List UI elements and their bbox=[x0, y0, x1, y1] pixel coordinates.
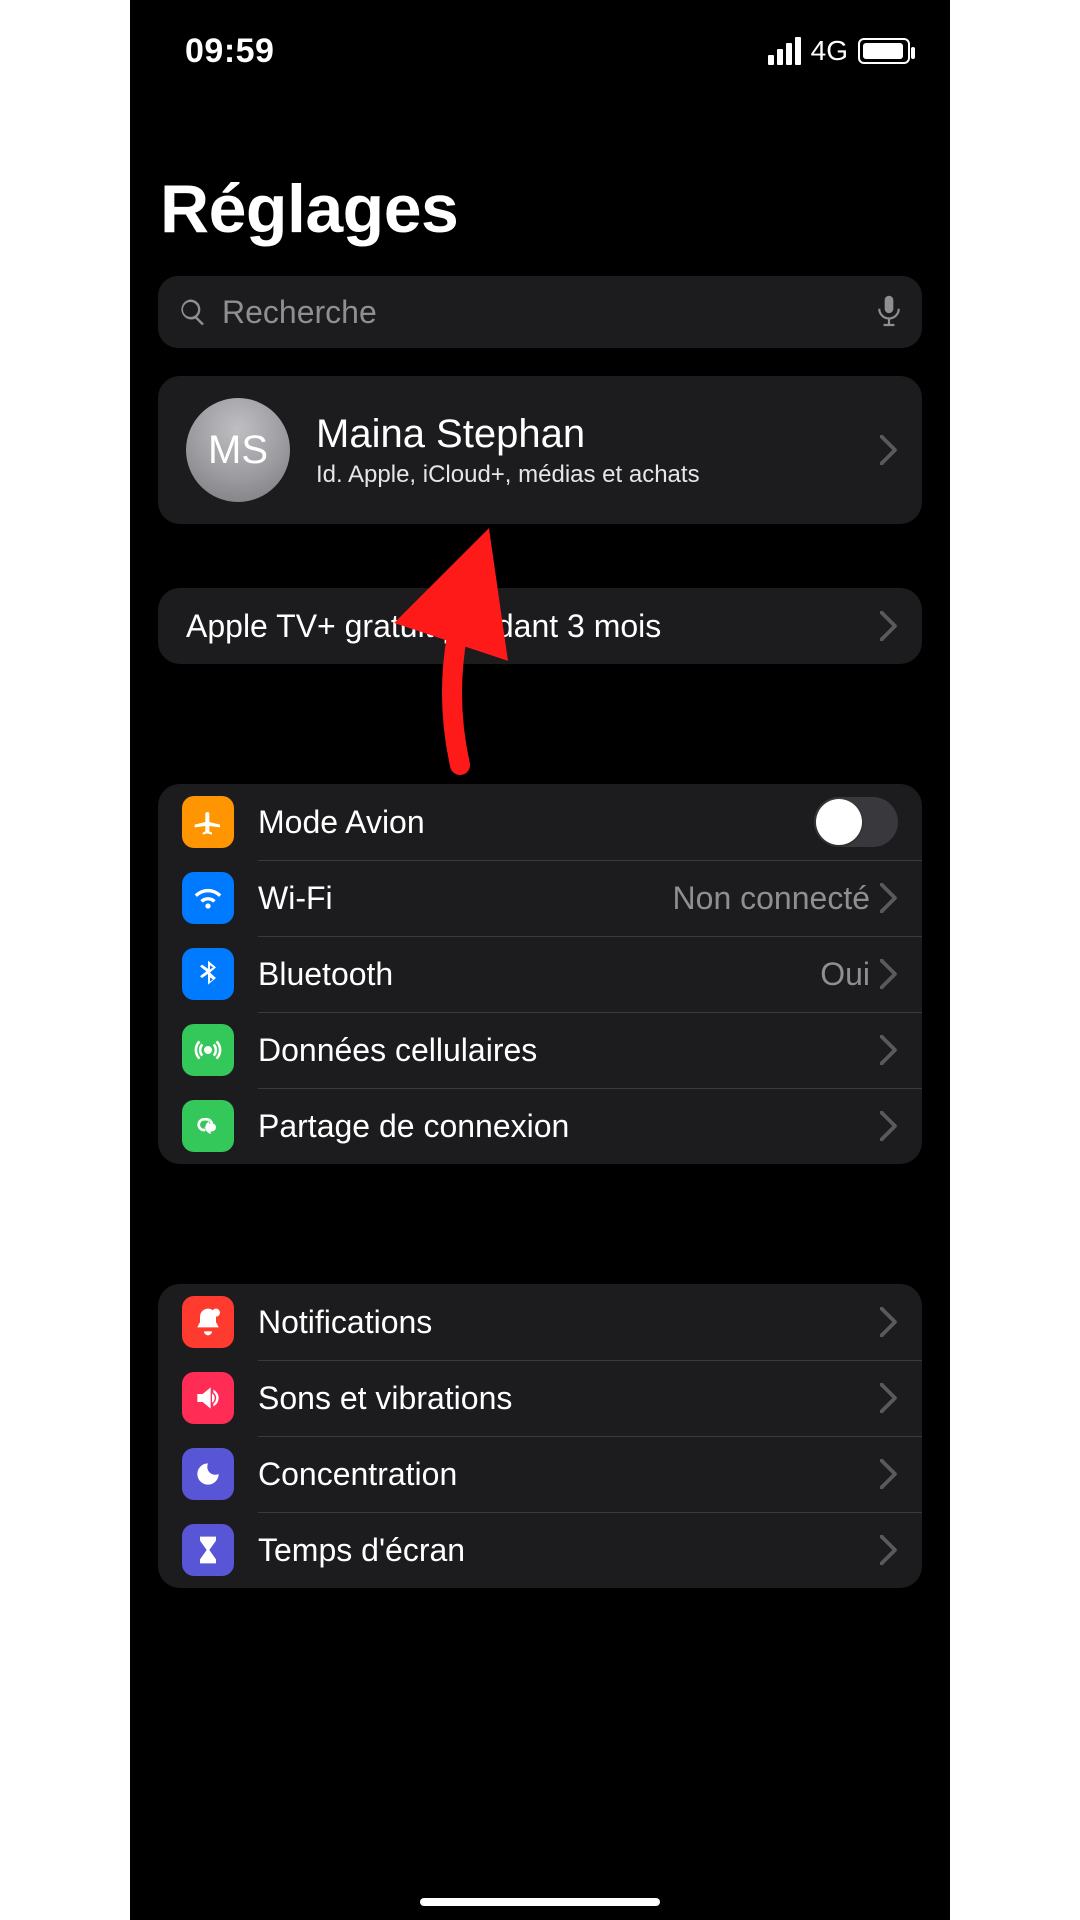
chevron-right-icon bbox=[880, 1307, 898, 1337]
dictation-icon[interactable] bbox=[876, 295, 902, 329]
focus-icon bbox=[182, 1448, 234, 1500]
bluetooth-value: Oui bbox=[820, 956, 870, 993]
bluetooth-row[interactable]: Bluetooth Oui bbox=[158, 936, 922, 1012]
chevron-right-icon bbox=[880, 1535, 898, 1565]
bluetooth-label: Bluetooth bbox=[258, 956, 820, 993]
chevron-right-icon bbox=[880, 1111, 898, 1141]
airplane-toggle[interactable] bbox=[814, 797, 898, 847]
wifi-row[interactable]: Wi-Fi Non connecté bbox=[158, 860, 922, 936]
connectivity-group: Mode Avion Wi-Fi Non connecté Bluetooth … bbox=[158, 784, 922, 1164]
wifi-value: Non connecté bbox=[673, 880, 870, 917]
phone-screen: 09:59 4G Réglages MS Maina Stephan Id. A… bbox=[130, 0, 950, 1920]
hotspot-icon bbox=[182, 1100, 234, 1152]
notifications-icon bbox=[182, 1296, 234, 1348]
chevron-right-icon bbox=[880, 883, 898, 913]
search-field[interactable] bbox=[158, 276, 922, 348]
apple-id-row[interactable]: MS Maina Stephan Id. Apple, iCloud+, méd… bbox=[158, 376, 922, 524]
airplane-icon bbox=[182, 796, 234, 848]
sounds-label: Sons et vibrations bbox=[258, 1380, 880, 1417]
avatar: MS bbox=[186, 398, 290, 502]
screentime-label: Temps d'écran bbox=[258, 1532, 880, 1569]
network-type: 4G bbox=[811, 35, 848, 67]
profile-name: Maina Stephan bbox=[316, 412, 880, 457]
page-title: Réglages bbox=[130, 80, 950, 268]
chevron-right-icon bbox=[880, 959, 898, 989]
cellular-signal-icon bbox=[768, 37, 801, 65]
search-icon bbox=[178, 297, 208, 327]
sounds-row[interactable]: Sons et vibrations bbox=[158, 1360, 922, 1436]
notifications-label: Notifications bbox=[258, 1304, 880, 1341]
sounds-icon bbox=[182, 1372, 234, 1424]
status-time: 09:59 bbox=[185, 32, 274, 71]
promo-group: Apple TV+ gratuit pendant 3 mois bbox=[158, 588, 922, 664]
search-input[interactable] bbox=[222, 294, 862, 331]
chevron-right-icon bbox=[880, 1459, 898, 1489]
profile-group: MS Maina Stephan Id. Apple, iCloud+, méd… bbox=[158, 376, 922, 524]
status-bar: 09:59 4G bbox=[130, 0, 950, 80]
battery-icon bbox=[858, 38, 910, 64]
cellular-row[interactable]: Données cellulaires bbox=[158, 1012, 922, 1088]
appletv-promo-row[interactable]: Apple TV+ gratuit pendant 3 mois bbox=[158, 588, 922, 664]
screentime-icon bbox=[182, 1524, 234, 1576]
profile-subtitle: Id. Apple, iCloud+, médias et achats bbox=[316, 461, 880, 489]
status-indicators: 4G bbox=[768, 35, 910, 67]
wifi-label: Wi-Fi bbox=[258, 880, 673, 917]
screentime-row[interactable]: Temps d'écran bbox=[158, 1512, 922, 1588]
notifications-row[interactable]: Notifications bbox=[158, 1284, 922, 1360]
general-group: Notifications Sons et vibrations Concent… bbox=[158, 1284, 922, 1588]
chevron-right-icon bbox=[880, 435, 898, 465]
chevron-right-icon bbox=[880, 1383, 898, 1413]
airplane-mode-row[interactable]: Mode Avion bbox=[158, 784, 922, 860]
hotspot-row[interactable]: Partage de connexion bbox=[158, 1088, 922, 1164]
wifi-icon bbox=[182, 872, 234, 924]
home-indicator[interactable] bbox=[420, 1898, 660, 1906]
hotspot-label: Partage de connexion bbox=[258, 1108, 880, 1145]
promo-label: Apple TV+ gratuit pendant 3 mois bbox=[186, 608, 880, 645]
cellular-icon bbox=[182, 1024, 234, 1076]
bluetooth-icon bbox=[182, 948, 234, 1000]
chevron-right-icon bbox=[880, 611, 898, 641]
focus-label: Concentration bbox=[258, 1456, 880, 1493]
airplane-label: Mode Avion bbox=[258, 804, 814, 841]
cellular-label: Données cellulaires bbox=[258, 1032, 880, 1069]
chevron-right-icon bbox=[880, 1035, 898, 1065]
focus-row[interactable]: Concentration bbox=[158, 1436, 922, 1512]
